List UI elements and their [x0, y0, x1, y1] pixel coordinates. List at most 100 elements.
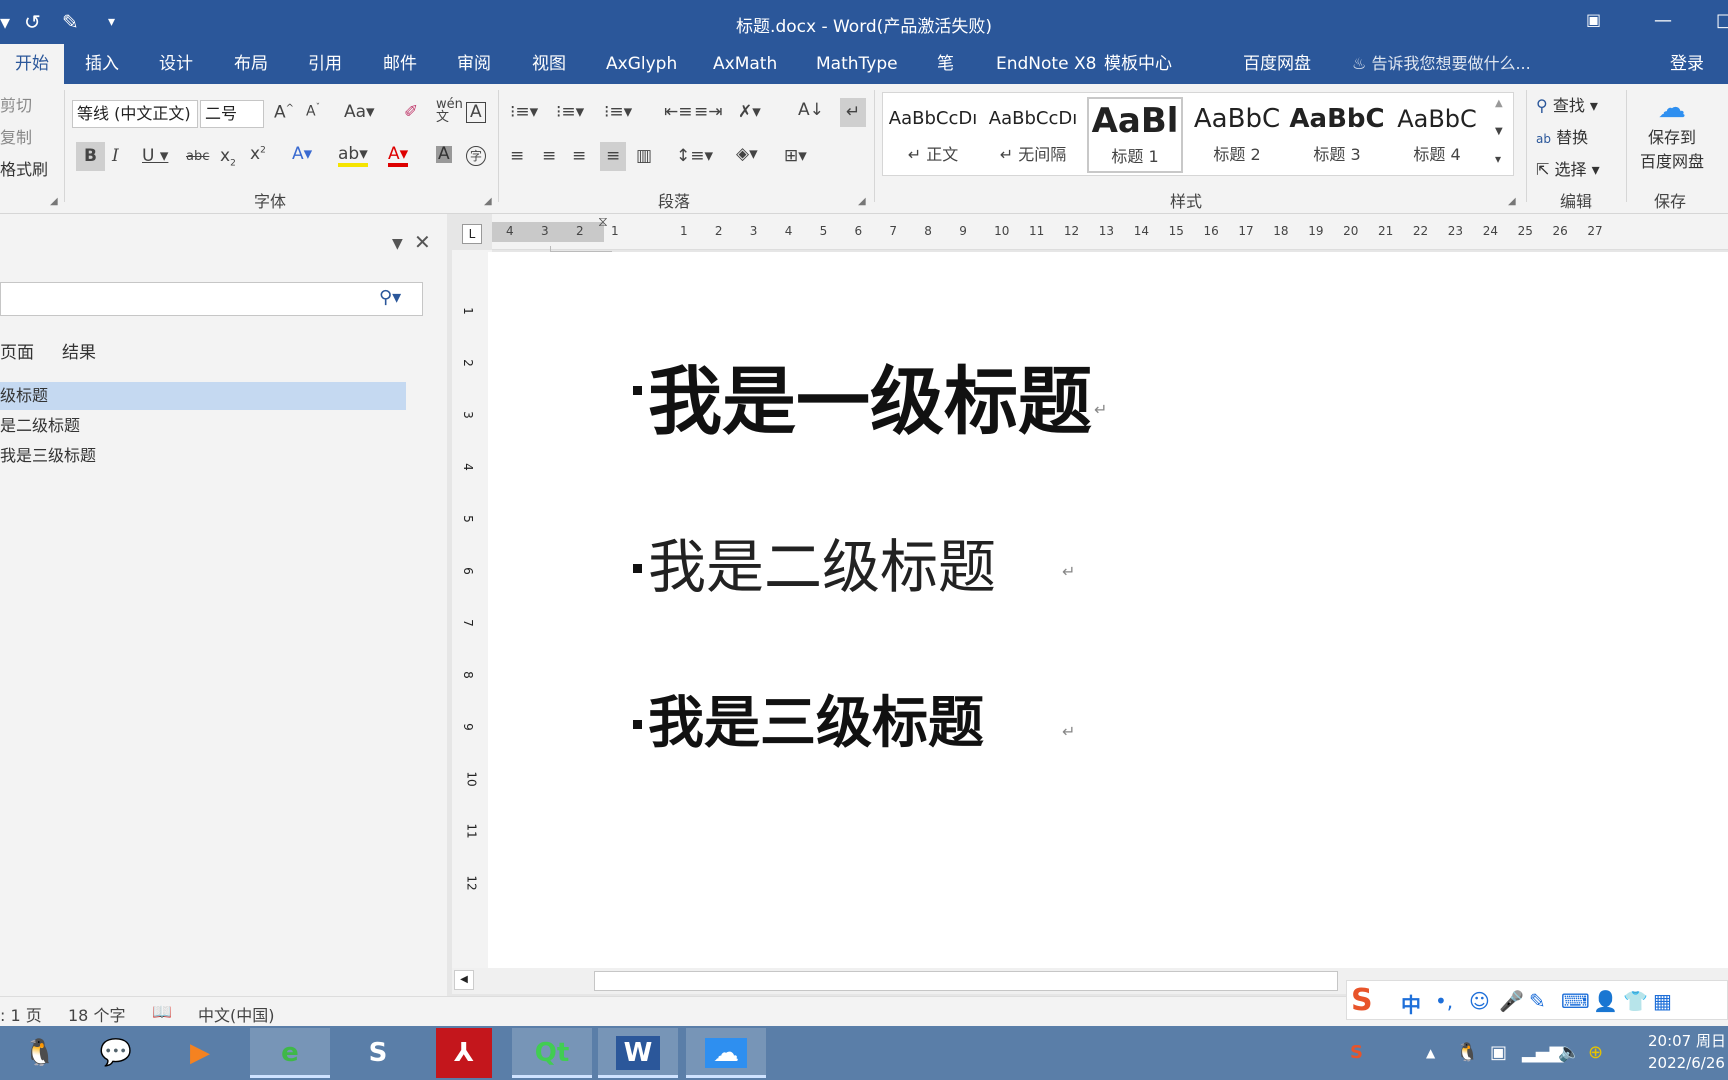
user-icon[interactable]: 👤 — [1593, 989, 1618, 1013]
save-to-baidu-button[interactable]: ☁ 保存到 百度网盘 — [1636, 92, 1708, 172]
indent-marker-icon[interactable]: ⧖ — [598, 214, 608, 230]
nav-heading-2[interactable]: 是二级标题 — [0, 412, 406, 440]
replace-button[interactable]: ab 替换 — [1536, 124, 1588, 148]
scroll-left-icon[interactable]: ◀ — [454, 970, 474, 990]
pane-options-icon[interactable]: ▼ — [392, 236, 403, 252]
tab-selector-icon[interactable]: L — [462, 224, 482, 244]
numbering-icon[interactable]: ⁝≡▾ — [556, 104, 584, 121]
text-effects-icon[interactable]: A▾ — [292, 146, 312, 163]
bullets-icon[interactable]: ⁝≡▾ — [510, 104, 538, 121]
increase-indent-icon[interactable]: ≡⇥ — [694, 104, 723, 121]
enclose-characters-icon[interactable]: 字 — [466, 146, 486, 166]
highlight-color-icon[interactable]: ab▾ — [338, 146, 368, 167]
tab-view[interactable]: 视图 — [532, 44, 566, 84]
sogou-logo-icon[interactable]: S — [1351, 983, 1373, 1018]
gallery-scroll-down-icon[interactable]: ▼ — [1495, 127, 1503, 137]
tab-endnote[interactable]: EndNote X8 — [996, 44, 1096, 84]
line-spacing-icon[interactable]: ↕≡▾ — [676, 148, 713, 165]
decrease-indent-icon[interactable]: ⇤≡ — [664, 104, 693, 121]
word-app-icon[interactable]: W — [598, 1028, 678, 1078]
cloud-drive-app-icon[interactable]: ☁ — [686, 1028, 766, 1078]
toolbox-icon[interactable]: ▦ — [1653, 989, 1672, 1013]
style-heading-4[interactable]: AaBbC 标题 4 — [1389, 97, 1485, 173]
heading-1-text[interactable]: 我是一级标题 — [648, 342, 1092, 449]
select-button[interactable]: ⇱ 选择 ▾ — [1536, 156, 1600, 180]
browser-app-icon[interactable]: e — [250, 1028, 330, 1078]
borders-icon[interactable]: ⊞▾ — [784, 148, 807, 165]
tray-clipboard-icon[interactable]: ▣ — [1490, 1042, 1507, 1063]
bold-icon[interactable]: B — [76, 142, 105, 171]
character-border-icon[interactable]: A — [466, 102, 486, 123]
shading-icon[interactable]: ◈▾ — [736, 146, 758, 163]
justify-icon[interactable]: ≡ — [600, 142, 627, 171]
tab-review[interactable]: 审阅 — [457, 44, 491, 84]
nav-tab-results[interactable]: 结果 — [62, 338, 96, 363]
subscript-icon[interactable]: x2 — [220, 147, 236, 168]
multilevel-list-icon[interactable]: ⁝≡▾ — [604, 104, 632, 121]
system-clock[interactable]: 20:07 周日 2022/6/26 — [1648, 1030, 1728, 1074]
voice-input-icon[interactable]: 🎤 — [1499, 989, 1524, 1013]
align-right-icon[interactable]: ≡ — [572, 148, 586, 165]
font-color-icon[interactable]: A▾ — [388, 146, 409, 167]
ime-punctuation-toggle[interactable]: •, — [1435, 989, 1453, 1013]
handwriting-icon[interactable]: ✎ — [1529, 989, 1546, 1013]
underline-icon[interactable]: U ▾ — [142, 148, 168, 165]
tab-home[interactable]: 开始 — [0, 44, 64, 84]
phonetic-guide-icon[interactable]: wén 文 — [436, 98, 463, 124]
ime-language-toggle[interactable]: 中 — [1401, 989, 1421, 1018]
skin-icon[interactable]: 👕 — [1623, 989, 1648, 1013]
chinese-layout-icon[interactable]: ✗▾ — [738, 104, 761, 121]
cut-button[interactable]: 剪切 — [0, 92, 32, 116]
tray-expand-icon[interactable]: ▲ — [1426, 1046, 1435, 1060]
language-indicator[interactable]: 中文(中国) — [198, 1002, 275, 1026]
nav-heading-1[interactable]: 级标题 — [0, 382, 406, 410]
pdf-app-icon[interactable]: ⅄ — [436, 1028, 492, 1078]
align-left-icon[interactable]: ≡ — [510, 148, 524, 165]
clipboard-launcher-icon[interactable]: ◢ — [50, 196, 58, 207]
font-size-dropdown[interactable]: 二号 — [200, 100, 264, 128]
style-no-spacing[interactable]: AaBbCcDı ↵ 无间隔 — [985, 97, 1081, 173]
tab-pen[interactable]: 笔 — [937, 44, 954, 84]
nav-search-input[interactable]: ⚲▾ — [0, 282, 423, 316]
heading-2-text[interactable]: 我是二级标题 — [648, 520, 996, 604]
tab-mathtype[interactable]: MathType — [816, 44, 898, 84]
maximize-button[interactable]: □ — [1716, 10, 1728, 31]
document-page[interactable]: 我是一级标题 ↵ 我是二级标题 ↵ 我是三级标题 ↵ — [488, 246, 1728, 972]
gallery-more-icon[interactable]: ▾ — [1495, 153, 1501, 165]
tab-references[interactable]: 引用 — [308, 44, 342, 84]
login-link[interactable]: 登录 — [1670, 44, 1704, 84]
tab-design[interactable]: 设计 — [159, 44, 193, 84]
nav-heading-3[interactable]: 我是三级标题 — [0, 442, 406, 470]
strikethrough-icon[interactable]: abc — [186, 150, 209, 163]
horizontal-ruler[interactable]: 4321 1 2 3 4 5 6 7 8 9 10 11 12 13 14 15 16 17 18 19 20 21 22… — [492, 214, 1728, 250]
format-painter-button[interactable]: 格式刷 — [0, 156, 48, 180]
grow-font-icon[interactable]: A^ — [274, 104, 294, 122]
style-normal[interactable]: AaBbCcDı ↵ 正文 — [885, 97, 981, 173]
style-heading-2[interactable]: AaBbC 标题 2 — [1189, 97, 1285, 173]
tray-volume-icon[interactable]: 🔈 — [1558, 1042, 1580, 1063]
tray-qq-icon[interactable]: 🐧 — [1456, 1042, 1478, 1063]
word-count[interactable]: 18 个字 — [68, 1002, 125, 1026]
style-heading-1[interactable]: AaBl 标题 1 — [1087, 97, 1183, 173]
paragraph-launcher-icon[interactable]: ◢ — [858, 196, 866, 207]
search-icon[interactable]: ⚲▾ — [379, 287, 401, 308]
tell-me-box[interactable]: ♨ 告诉我您想要做什么... — [1352, 44, 1531, 84]
tab-mailings[interactable]: 邮件 — [383, 44, 417, 84]
find-button[interactable]: ⚲ 查找 ▾ — [1536, 92, 1598, 116]
gallery-scroll-up-icon[interactable]: ▲ — [1495, 99, 1503, 109]
tab-template-center[interactable]: 模板中心 — [1104, 44, 1172, 84]
tray-sogou-icon[interactable]: S — [1350, 1042, 1363, 1063]
shrink-font-icon[interactable]: Aˇ — [306, 104, 320, 119]
copy-button[interactable]: 复制 — [0, 124, 32, 148]
sogou-app-icon[interactable]: S — [338, 1028, 418, 1078]
keyboard-icon[interactable]: ⌨ — [1561, 989, 1590, 1013]
emoji-icon[interactable]: ☺ — [1469, 989, 1490, 1013]
minimize-button[interactable]: — — [1654, 10, 1672, 31]
close-pane-icon[interactable]: ✕ — [414, 230, 431, 254]
font-launcher-icon[interactable]: ◢ — [484, 196, 492, 207]
superscript-icon[interactable]: x2 — [250, 146, 266, 163]
tray-security-icon[interactable]: ⊕ — [1588, 1042, 1603, 1063]
style-heading-3[interactable]: AaBbC 标题 3 — [1289, 97, 1385, 173]
vertical-ruler[interactable]: 1 2 3 4 5 6 7 8 9 10 11 12 — [452, 250, 492, 972]
tab-axglyph[interactable]: AxGlyph — [606, 44, 677, 84]
